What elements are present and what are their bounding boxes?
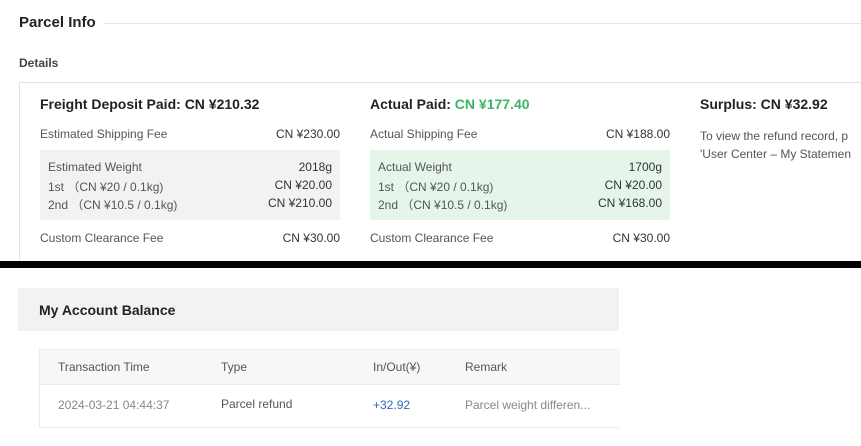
transactions-table: Transaction Time Type In/Out(¥) Remark 2… bbox=[39, 349, 620, 428]
account-balance-title: My Account Balance bbox=[39, 302, 176, 318]
title-divider bbox=[104, 23, 861, 24]
estimated-customs-label: Custom Clearance Fee bbox=[40, 231, 164, 245]
estimated-weight-label: Estimated Weight bbox=[48, 160, 142, 174]
row-remark: Parcel weight differen... bbox=[465, 398, 591, 412]
col-in-out: In/Out(¥) bbox=[373, 360, 421, 374]
actual-customs-value: CN ¥30.00 bbox=[612, 231, 670, 245]
refund-note-line1: To view the refund record, p bbox=[700, 129, 849, 143]
parcel-info-title: Parcel Info bbox=[19, 14, 96, 31]
row-transaction-time: 2024-03-21 04:44:37 bbox=[58, 398, 170, 412]
actual-paid-heading: Actual Paid: CN ¥177.40 bbox=[370, 96, 530, 112]
estimated-shipping-value: CN ¥230.00 bbox=[275, 127, 340, 141]
account-balance-header: My Account Balance bbox=[18, 288, 619, 331]
refund-note: To view the refund record, p 'User Cente… bbox=[700, 127, 851, 163]
estimated-weight-box: Estimated Weight 2018g 1st （CN ¥20 / 0.1… bbox=[40, 150, 340, 220]
estimated-second-value: CN ¥210.00 bbox=[267, 196, 332, 210]
actual-customs-label: Custom Clearance Fee bbox=[370, 231, 494, 245]
surplus-heading: Surplus: CN ¥32.92 bbox=[700, 96, 828, 112]
actual-second-label: 2nd （CN ¥10.5 / 0.1kg) bbox=[378, 198, 508, 212]
actual-first-label: 1st （CN ¥20 / 0.1kg) bbox=[378, 180, 494, 194]
actual-second-value: CN ¥168.00 bbox=[597, 196, 662, 210]
actual-shipping-value: CN ¥188.00 bbox=[605, 127, 670, 141]
actual-first-value: CN ¥20.00 bbox=[604, 178, 662, 192]
table-header: Transaction Time Type In/Out(¥) Remark bbox=[40, 350, 620, 384]
actual-weight-value: 1700g bbox=[628, 160, 662, 174]
surplus-label: Surplus: bbox=[700, 96, 757, 112]
estimated-shipping-label: Estimated Shipping Fee bbox=[40, 127, 168, 141]
col-type: Type bbox=[221, 360, 248, 374]
screenshot-divider bbox=[0, 261, 861, 268]
estimated-first-value: CN ¥20.00 bbox=[274, 178, 332, 192]
estimated-second-label: 2nd （CN ¥10.5 / 0.1kg) bbox=[48, 198, 178, 212]
estimated-weight-value: 2018g bbox=[298, 160, 332, 174]
freight-deposit-heading: Freight Deposit Paid: CN ¥210.32 bbox=[40, 96, 259, 112]
actual-weight-label: Actual Weight bbox=[378, 160, 452, 174]
actual-shipping-label: Actual Shipping Fee bbox=[370, 127, 478, 141]
details-label: Details bbox=[19, 56, 59, 70]
row-type: Parcel refund bbox=[221, 397, 293, 411]
estimated-customs-value: CN ¥30.00 bbox=[282, 231, 340, 245]
row-amount: +32.92 bbox=[373, 398, 411, 412]
table-row[interactable]: 2024-03-21 04:44:37 Parcel refund +32.92… bbox=[40, 384, 620, 428]
col-transaction-time: Transaction Time bbox=[58, 360, 150, 374]
actual-paid-value: CN ¥177.40 bbox=[454, 96, 530, 112]
col-remark: Remark bbox=[465, 360, 508, 374]
estimated-first-label: 1st （CN ¥20 / 0.1kg) bbox=[48, 180, 164, 194]
freight-deposit-value: CN ¥210.32 bbox=[184, 96, 260, 112]
actual-weight-box: Actual Weight 1700g 1st （CN ¥20 / 0.1kg)… bbox=[370, 150, 670, 220]
fee-details-card: Freight Deposit Paid: CN ¥210.32 Estimat… bbox=[19, 82, 861, 262]
refund-note-line2: 'User Center – My Statemen bbox=[700, 147, 852, 161]
surplus-value: CN ¥32.92 bbox=[760, 96, 828, 112]
actual-paid-label: Actual Paid: bbox=[370, 96, 451, 112]
freight-deposit-label: Freight Deposit Paid: bbox=[40, 96, 181, 112]
